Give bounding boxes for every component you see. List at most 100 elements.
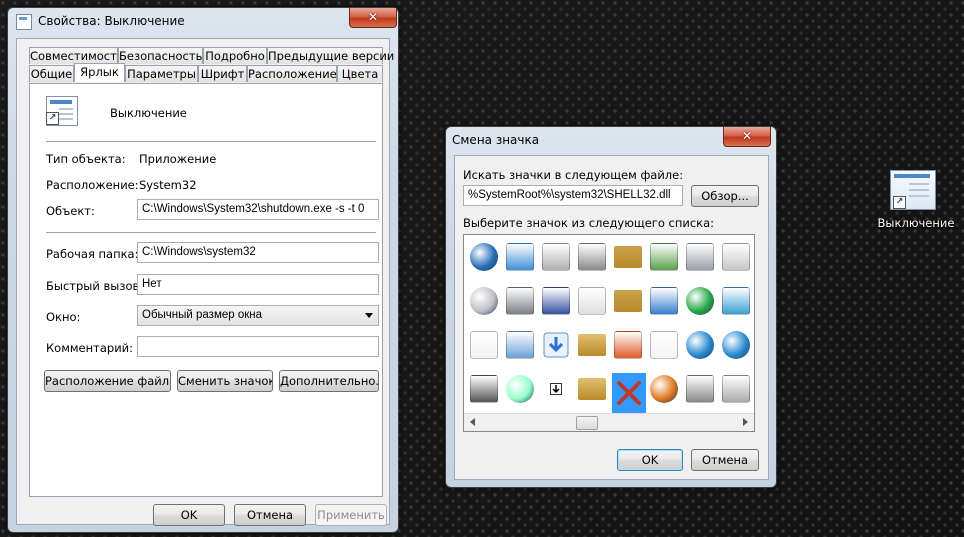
properties-close-button[interactable]: ✕ bbox=[349, 8, 397, 28]
tab-layout[interactable]: Расположение bbox=[247, 65, 337, 82]
tab-previous-versions[interactable]: Предыдущие версии bbox=[267, 47, 394, 64]
delete-x-icon bbox=[615, 379, 643, 407]
desktop-shortcut-icon: ↗ bbox=[890, 170, 936, 210]
properties-window: Свойства: Выключение ✕ Совместимость Без… bbox=[7, 7, 399, 533]
window-select[interactable]: Обычный размер окна bbox=[137, 305, 379, 326]
shortcut-arrow-icon: ↗ bbox=[46, 112, 59, 125]
mouse-icon bbox=[542, 243, 570, 271]
icon-cell[interactable] bbox=[540, 373, 572, 405]
target-label: Объект: bbox=[46, 204, 95, 218]
icon-cell[interactable] bbox=[504, 329, 536, 361]
icon-cell[interactable] bbox=[612, 285, 644, 317]
shortcut-app-icon: ↗ bbox=[46, 96, 78, 126]
text-file-icon bbox=[650, 331, 678, 359]
ok-button[interactable]: OK bbox=[153, 504, 225, 526]
change-icon-button[interactable]: Сменить значок... bbox=[177, 370, 273, 392]
folder-icon bbox=[578, 334, 606, 356]
icon-cell[interactable] bbox=[684, 241, 716, 273]
icon-cell[interactable] bbox=[576, 285, 608, 317]
icon-cell[interactable] bbox=[540, 285, 572, 317]
tab-compatibility[interactable]: Совместимость bbox=[29, 47, 124, 64]
shortcut-name: Выключение bbox=[110, 106, 187, 120]
icon-cell[interactable] bbox=[648, 285, 680, 317]
network-printer-icon bbox=[578, 287, 606, 315]
documents-icon bbox=[470, 331, 498, 359]
window-label: Окно: bbox=[46, 310, 81, 324]
icon-cell[interactable] bbox=[468, 329, 500, 361]
icon-cell[interactable] bbox=[504, 241, 536, 273]
icon-cell[interactable] bbox=[612, 329, 644, 361]
tab-shortcut[interactable]: Ярлык bbox=[74, 63, 125, 82]
dialog-cancel-button[interactable]: Отмена bbox=[691, 449, 759, 471]
globe-icon bbox=[686, 331, 714, 359]
advanced-button[interactable]: Дополнительно... bbox=[279, 370, 379, 392]
icon-cell[interactable] bbox=[648, 329, 680, 361]
icon-cell[interactable] bbox=[648, 241, 680, 273]
scroll-thumb[interactable] bbox=[576, 416, 598, 430]
desktop-shortcut[interactable]: ↗ Выключение bbox=[876, 168, 956, 238]
change-icon-dialog: Смена значка ✕ Искать значки в следующем… bbox=[445, 126, 777, 488]
icon-cell[interactable] bbox=[468, 285, 500, 317]
icon-cell[interactable] bbox=[468, 241, 500, 273]
tab-font[interactable]: Шрифт bbox=[198, 65, 247, 82]
tab-security[interactable]: Безопасность bbox=[118, 47, 203, 64]
play-icon bbox=[686, 287, 714, 315]
scroll-right-icon[interactable] bbox=[743, 418, 748, 426]
change-icon-titlebar[interactable]: Смена значка ✕ bbox=[446, 127, 776, 153]
icon-cell[interactable] bbox=[720, 241, 752, 273]
shortcut-arrow-icon: ↗ bbox=[893, 196, 906, 209]
location-value: System32 bbox=[139, 178, 197, 192]
icon-cell[interactable] bbox=[540, 241, 572, 273]
drive-icon bbox=[578, 243, 606, 271]
icon-cell[interactable] bbox=[684, 329, 716, 361]
icon-cell[interactable] bbox=[576, 329, 608, 361]
file-location-button[interactable]: Расположение файла bbox=[44, 370, 171, 392]
list-label: Выберите значок из следующего списка: bbox=[463, 216, 715, 230]
tab-options[interactable]: Параметры bbox=[125, 65, 198, 82]
comment-field[interactable] bbox=[137, 336, 379, 357]
icon-cell[interactable] bbox=[468, 373, 500, 405]
music-folder-2-icon bbox=[614, 290, 642, 312]
icon-cell[interactable] bbox=[504, 373, 536, 405]
dialog-ok-button[interactable]: OK bbox=[617, 449, 683, 471]
icon-cell[interactable] bbox=[684, 373, 716, 405]
tab-general[interactable]: Общие bbox=[29, 65, 74, 82]
properties-titlebar[interactable]: Свойства: Выключение ✕ bbox=[8, 8, 398, 34]
icon-cell[interactable] bbox=[576, 241, 608, 273]
adjust-icon bbox=[650, 287, 678, 315]
icon-cell[interactable] bbox=[684, 285, 716, 317]
icon-cell[interactable] bbox=[504, 285, 536, 317]
icon-cell[interactable] bbox=[576, 373, 608, 405]
icon-cell[interactable] bbox=[720, 329, 752, 361]
change-icon-close-button[interactable]: ✕ bbox=[723, 127, 771, 147]
icon-cell[interactable] bbox=[720, 373, 752, 405]
cd-icon bbox=[506, 375, 534, 403]
download-icon bbox=[542, 331, 570, 359]
icon-cell[interactable] bbox=[540, 329, 572, 361]
camera-icon bbox=[506, 287, 534, 315]
tab-row-2: Общие Ярлык Параметры Шрифт Расположение… bbox=[29, 63, 389, 83]
workdir-field[interactable]: C:\Windows\system32 bbox=[137, 242, 379, 263]
music-folder-icon bbox=[614, 246, 642, 268]
tab-details[interactable]: Подробно bbox=[203, 47, 267, 64]
icon-list[interactable] bbox=[463, 234, 755, 432]
icon-cell[interactable] bbox=[648, 373, 680, 405]
browse-button[interactable]: Обзор... bbox=[691, 185, 759, 207]
registry-icon bbox=[722, 287, 750, 315]
window-select-value: Обычный размер окна bbox=[142, 309, 263, 321]
icon-cell[interactable] bbox=[612, 373, 646, 413]
camera-2-icon bbox=[686, 375, 714, 403]
target-field[interactable]: C:\Windows\System32\shutdown.exe -s -t 0 bbox=[137, 199, 379, 220]
hotkey-field[interactable]: Нет bbox=[137, 274, 379, 295]
cancel-button[interactable]: Отмена bbox=[234, 504, 306, 526]
apply-button[interactable]: Применить bbox=[315, 504, 387, 526]
file-path-field[interactable]: %SystemRoot%\system32\SHELL32.dll bbox=[463, 185, 683, 206]
tab-colors[interactable]: Цвета bbox=[337, 65, 383, 82]
folder-2-icon bbox=[578, 378, 606, 400]
scroll-left-icon[interactable] bbox=[470, 418, 475, 426]
film-icon bbox=[470, 375, 498, 403]
icon-cell[interactable] bbox=[720, 285, 752, 317]
icon-cell[interactable] bbox=[612, 241, 644, 273]
scanner-icon bbox=[722, 375, 750, 403]
horizontal-scrollbar[interactable] bbox=[464, 413, 754, 431]
